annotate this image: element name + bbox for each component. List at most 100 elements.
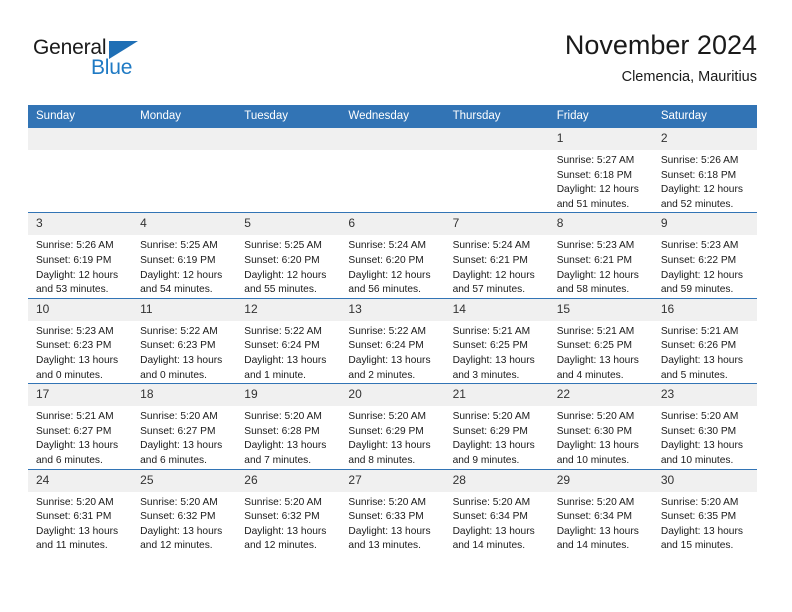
calendar-day-cell[interactable]: 28 Sunrise: 5:20 AM Sunset: 6:34 PM Dayligh…	[444, 468, 549, 554]
calendar-day-cell[interactable]: 3 Sunrise: 5:26 AM Sunset: 6:19 PM Daylight…	[28, 212, 133, 299]
daylight-text-line2: and 7 minutes.	[244, 454, 312, 466]
general-blue-logo[interactable]: General Blue	[33, 36, 213, 88]
calendar-day-cell[interactable]: 2 Sunrise: 5:26 AM Sunset: 6:18 PM Daylight…	[652, 126, 757, 213]
daylight-text-line2: and 14 minutes.	[556, 540, 630, 552]
calendar-day-cell[interactable]: 8 Sunrise: 5:23 AM Sunset: 6:21 PM Daylight…	[548, 212, 653, 299]
daylight-text-line1: Daylight: 13 hours	[36, 354, 119, 366]
calendar-day-cell[interactable]: 7 Sunrise: 5:24 AM Sunset: 6:21 PM Daylight…	[444, 212, 549, 299]
calendar-body: 1 Sunrise: 5:27 AM Sunset: 6:18 PM Daylight…	[28, 126, 757, 554]
daylight-text-line1: Daylight: 12 hours	[452, 269, 535, 281]
daylight-text-line2: and 8 minutes.	[348, 454, 416, 466]
daylight-text-line1: Daylight: 13 hours	[348, 354, 431, 366]
sunrise-text: Sunrise: 5:23 AM	[36, 325, 114, 337]
day-sun-info: Sunrise: 5:25 AM Sunset: 6:19 PM Daylight:…	[132, 235, 236, 297]
sunset-text: Sunset: 6:19 PM	[36, 254, 112, 266]
daylight-text-line1: Daylight: 12 hours	[348, 269, 431, 281]
day-sun-info: Sunrise: 5:25 AM Sunset: 6:20 PM Daylight:…	[236, 235, 340, 297]
daylight-text-line2: and 55 minutes.	[244, 284, 317, 296]
daylight-text-line1: Daylight: 12 hours	[660, 184, 743, 196]
sunrise-text: Sunrise: 5:21 AM	[452, 325, 531, 337]
daylight-text-line1: Daylight: 13 hours	[36, 440, 119, 452]
sunset-text: Sunset: 6:34 PM	[556, 511, 633, 523]
day-sun-info: Sunrise: 5:21 AM Sunset: 6:27 PM Daylight:…	[28, 406, 132, 468]
sunset-text: Sunset: 6:34 PM	[452, 511, 528, 523]
calendar-cell-empty	[444, 126, 549, 213]
day-sun-info: Sunrise: 5:23 AM Sunset: 6:23 PM Daylight:…	[28, 321, 132, 383]
daylight-text-line2: and 4 minutes.	[556, 369, 624, 381]
day-number	[132, 128, 237, 150]
day-sun-info: Sunrise: 5:20 AM Sunset: 6:30 PM Daylight:…	[549, 406, 653, 468]
calendar-day-cell[interactable]: 14 Sunrise: 5:21 AM Sunset: 6:25 PM Dayligh…	[444, 297, 549, 384]
day-number: 5	[236, 213, 341, 236]
calendar-day-cell[interactable]: 11 Sunrise: 5:22 AM Sunset: 6:23 PM Dayligh…	[132, 297, 237, 384]
calendar-day-cell[interactable]: 10 Sunrise: 5:23 AM Sunset: 6:23 PM Dayligh…	[28, 297, 133, 384]
day-sun-info: Sunrise: 5:20 AM Sunset: 6:28 PM Daylight:…	[236, 406, 340, 468]
calendar-day-cell[interactable]: 9 Sunrise: 5:23 AM Sunset: 6:22 PM Daylight…	[652, 212, 757, 299]
calendar-day-cell[interactable]: 4 Sunrise: 5:25 AM Sunset: 6:19 PM Daylight…	[132, 212, 237, 299]
calendar-day-cell[interactable]: 30 Sunrise: 5:20 AM Sunset: 6:35 PM Dayligh…	[652, 468, 757, 554]
daylight-text-line2: and 0 minutes.	[140, 369, 207, 381]
day-number: 20	[340, 384, 445, 407]
day-sun-info: Sunrise: 5:20 AM Sunset: 6:34 PM Daylight:…	[445, 492, 549, 554]
calendar-day-cell[interactable]: 29 Sunrise: 5:20 AM Sunset: 6:34 PM Dayligh…	[548, 468, 653, 554]
calendar-day-cell[interactable]: 16 Sunrise: 5:21 AM Sunset: 6:26 PM Dayligh…	[652, 297, 757, 384]
sunrise-text: Sunrise: 5:20 AM	[140, 496, 218, 508]
calendar-day-cell[interactable]: 13 Sunrise: 5:22 AM Sunset: 6:24 PM Dayligh…	[340, 297, 445, 384]
weekday-header-tuesday: Tuesday	[236, 105, 341, 128]
day-number: 4	[132, 213, 237, 236]
daylight-text-line1: Daylight: 13 hours	[140, 440, 223, 452]
day-sun-info: Sunrise: 5:24 AM Sunset: 6:21 PM Daylight:…	[445, 235, 549, 297]
day-sun-info: Sunrise: 5:20 AM Sunset: 6:31 PM Daylight:…	[28, 492, 132, 554]
calendar-day-cell[interactable]: 5 Sunrise: 5:25 AM Sunset: 6:20 PM Daylight…	[236, 212, 341, 299]
daylight-text-line1: Daylight: 13 hours	[556, 440, 639, 452]
calendar-day-cell[interactable]: 12 Sunrise: 5:22 AM Sunset: 6:24 PM Dayligh…	[236, 297, 341, 384]
sunset-text: Sunset: 6:32 PM	[244, 511, 320, 523]
sunrise-text: Sunrise: 5:22 AM	[140, 325, 218, 337]
daylight-text-line1: Daylight: 13 hours	[36, 525, 119, 537]
day-sun-info: Sunrise: 5:20 AM Sunset: 6:27 PM Daylight:…	[132, 406, 236, 468]
page-title: November 2024	[564, 30, 757, 60]
daylight-text-line2: and 9 minutes.	[452, 454, 520, 466]
daylight-text-line2: and 13 minutes.	[348, 540, 421, 552]
sunrise-text: Sunrise: 5:23 AM	[660, 240, 739, 252]
calendar-day-cell[interactable]: 27 Sunrise: 5:20 AM Sunset: 6:33 PM Dayligh…	[340, 468, 445, 554]
calendar-day-cell[interactable]: 19 Sunrise: 5:20 AM Sunset: 6:28 PM Dayligh…	[236, 383, 341, 469]
day-number: 25	[132, 469, 237, 492]
calendar-day-cell[interactable]: 21 Sunrise: 5:20 AM Sunset: 6:29 PM Dayligh…	[444, 383, 549, 469]
calendar-day-cell[interactable]: 26 Sunrise: 5:20 AM Sunset: 6:32 PM Dayligh…	[236, 468, 341, 554]
day-number: 9	[652, 213, 757, 236]
sunset-text: Sunset: 6:30 PM	[556, 425, 633, 437]
calendar-day-cell[interactable]: 1 Sunrise: 5:27 AM Sunset: 6:18 PM Daylight…	[548, 126, 653, 213]
daylight-text-line1: Daylight: 13 hours	[556, 354, 639, 366]
page-header: General Blue November 2024 Clemencia, Ma…	[28, 28, 757, 96]
daylight-text-line2: and 5 minutes.	[660, 369, 728, 381]
daylight-text-line2: and 52 minutes.	[660, 198, 734, 210]
calendar-day-cell[interactable]: 15 Sunrise: 5:21 AM Sunset: 6:25 PM Dayligh…	[548, 297, 653, 384]
calendar-day-cell[interactable]: 17 Sunrise: 5:21 AM Sunset: 6:27 PM Dayligh…	[28, 383, 133, 469]
daylight-text-line2: and 2 minutes.	[348, 369, 416, 381]
calendar-day-cell[interactable]: 18 Sunrise: 5:20 AM Sunset: 6:27 PM Dayligh…	[132, 383, 237, 469]
calendar-day-cell[interactable]: 24 Sunrise: 5:20 AM Sunset: 6:31 PM Dayligh…	[28, 468, 133, 554]
sunset-text: Sunset: 6:29 PM	[452, 425, 528, 437]
daylight-text-line1: Daylight: 13 hours	[660, 440, 743, 452]
calendar-day-cell[interactable]: 25 Sunrise: 5:20 AM Sunset: 6:32 PM Dayligh…	[132, 468, 237, 554]
daylight-text-line2: and 58 minutes.	[556, 284, 630, 296]
day-number: 11	[132, 298, 237, 321]
daylight-text-line2: and 15 minutes.	[660, 540, 734, 552]
calendar-day-cell[interactable]: 6 Sunrise: 5:24 AM Sunset: 6:20 PM Daylight…	[340, 212, 445, 299]
sunrise-text: Sunrise: 5:20 AM	[660, 411, 739, 423]
weekday-header-monday: Monday	[132, 105, 237, 128]
day-number: 23	[652, 384, 757, 407]
calendar-day-cell[interactable]: 23 Sunrise: 5:20 AM Sunset: 6:30 PM Dayligh…	[652, 383, 757, 469]
daylight-text-line1: Daylight: 13 hours	[556, 525, 639, 537]
sunset-text: Sunset: 6:18 PM	[660, 169, 737, 181]
sunrise-text: Sunrise: 5:21 AM	[556, 325, 635, 337]
day-number: 8	[548, 213, 653, 236]
sunrise-text: Sunrise: 5:20 AM	[660, 496, 739, 508]
sunset-text: Sunset: 6:19 PM	[140, 254, 216, 266]
day-number	[236, 128, 341, 150]
calendar-day-cell[interactable]: 22 Sunrise: 5:20 AM Sunset: 6:30 PM Dayligh…	[548, 383, 653, 469]
daylight-text-line2: and 57 minutes.	[452, 284, 526, 296]
daylight-text-line1: Daylight: 13 hours	[660, 525, 743, 537]
calendar-day-cell[interactable]: 20 Sunrise: 5:20 AM Sunset: 6:29 PM Dayligh…	[340, 383, 445, 469]
